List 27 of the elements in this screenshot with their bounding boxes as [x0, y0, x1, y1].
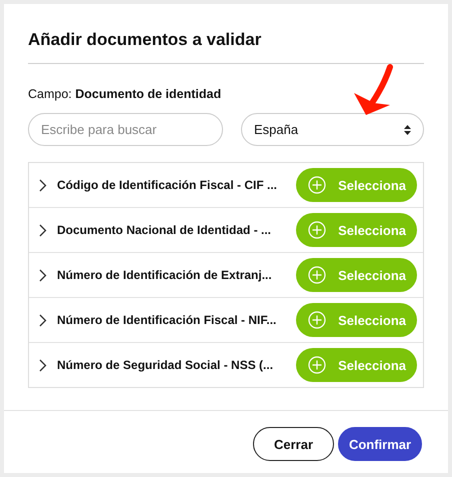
plus-circle-icon — [308, 221, 326, 239]
close-button[interactable]: Cerrar — [253, 427, 334, 461]
select-button[interactable]: Selecciona — [296, 168, 417, 202]
document-name: Número de Seguridad Social - NSS (... — [57, 358, 274, 372]
dialog-title: Añadir documentos a validar — [28, 30, 262, 50]
select-button[interactable]: Selecciona — [296, 213, 417, 247]
country-select[interactable]: España — [241, 113, 424, 146]
chevron-icon[interactable] — [39, 314, 47, 326]
select-button[interactable]: Selecciona — [296, 258, 417, 292]
plus-circle-icon — [308, 176, 326, 194]
sort-icon — [404, 124, 411, 134]
select-button[interactable]: Selecciona — [296, 348, 417, 382]
document-name: Documento Nacional de Identidad - ... — [57, 223, 272, 237]
search-field[interactable]: Escribe para buscar — [28, 113, 223, 146]
document-name: Número de Identificación Fiscal - NIF... — [57, 313, 278, 327]
chevron-icon[interactable] — [39, 268, 47, 282]
chevron-icon[interactable] — [39, 358, 47, 372]
select-button[interactable]: Selecciona — [296, 303, 417, 337]
confirm-button[interactable]: Confirmar — [338, 427, 422, 461]
field-label: Campo: Documento de identidad — [28, 87, 222, 101]
plus-circle-icon — [308, 266, 326, 284]
document-name: Código de Identificación Fiscal - CIF ... — [57, 178, 278, 192]
chevron-icon[interactable] — [39, 224, 47, 236]
document-name: Número de Identificación de Extranj... — [57, 268, 273, 282]
plus-circle-icon — [308, 311, 326, 329]
chevron-icon[interactable] — [39, 178, 47, 192]
plus-circle-icon — [308, 356, 326, 374]
